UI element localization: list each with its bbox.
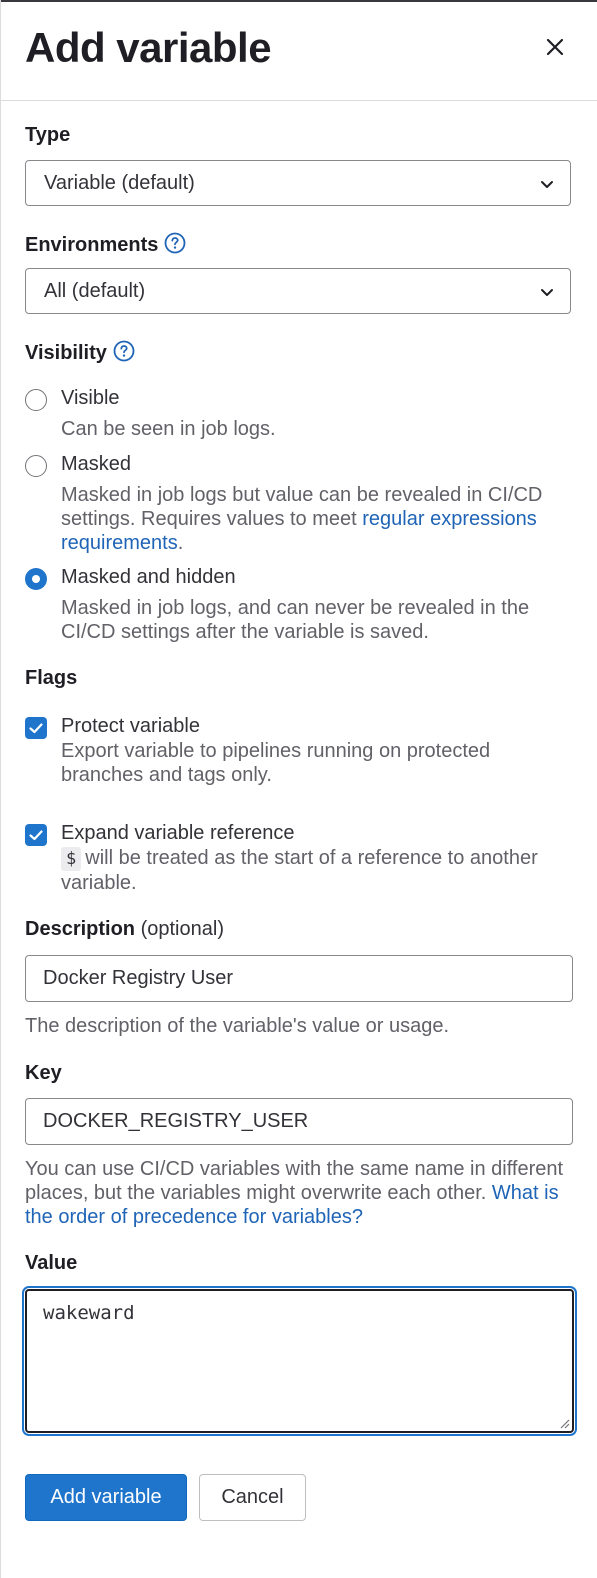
chevron-down-icon	[541, 181, 553, 188]
expand-variable-help-text: will be treated as the start of a refere…	[61, 847, 538, 894]
radio-masked-hidden-help: Masked in job logs, and can never be rev…	[61, 597, 530, 643]
key-input[interactable]: DOCKER_REGISTRY_USER	[25, 1098, 573, 1145]
description-input[interactable]: Docker Registry User	[25, 955, 573, 1002]
type-select-value: Variable (default)	[44, 172, 195, 194]
resize-grip-icon[interactable]	[558, 1417, 570, 1429]
drawer-header: Add variable	[0, 2, 597, 101]
key-label: Key	[25, 1062, 62, 1084]
visibility-label-text: Visibility	[25, 342, 107, 364]
masked-help-suffix: .	[177, 532, 184, 554]
protect-variable-help: Export variable to pipelines running on …	[61, 740, 491, 786]
check-icon	[29, 830, 43, 841]
cancel-button[interactable]: Cancel	[199, 1474, 306, 1521]
dollar-code: $	[61, 847, 82, 871]
key-help: You can use CI/CD variables with the sam…	[25, 1157, 575, 1229]
help-icon[interactable]	[113, 340, 135, 362]
radio-masked-help: Masked in job logs but value can be reve…	[61, 483, 561, 555]
value-label: Value	[25, 1252, 78, 1274]
environments-label: Environments	[25, 232, 186, 257]
drawer-title: Add variable	[25, 24, 272, 71]
radio-masked-hidden-label: Masked and hidden	[61, 566, 236, 588]
key-help-text: You can use CI/CD variables with the sam…	[25, 1158, 564, 1204]
protect-variable-checkbox[interactable]	[25, 717, 47, 739]
description-label-text: Description	[25, 918, 136, 940]
add-variable-button[interactable]: Add variable	[25, 1474, 187, 1521]
description-label: Description (optional)	[25, 918, 224, 941]
type-select[interactable]: Variable (default)	[25, 160, 571, 206]
type-label: Type	[25, 124, 71, 146]
radio-visible-label: Visible	[61, 387, 120, 409]
chevron-down-icon	[541, 289, 553, 296]
environments-label-text: Environments	[25, 234, 159, 256]
radio-masked[interactable]	[25, 455, 47, 477]
description-help: The description of the variable's value …	[25, 1015, 450, 1037]
environments-select[interactable]: All (default)	[25, 268, 571, 314]
environments-select-value: All (default)	[44, 280, 146, 302]
drawer-left-border	[0, 0, 1, 1578]
description-optional: (optional)	[140, 918, 224, 940]
visibility-label: Visibility	[25, 340, 135, 365]
radio-visible[interactable]	[25, 389, 47, 411]
check-icon	[29, 723, 43, 734]
close-icon[interactable]	[540, 32, 570, 62]
value-textarea[interactable]: wakeward	[25, 1289, 574, 1433]
value-text: wakeward	[43, 1302, 135, 1324]
radio-masked-label: Masked	[61, 453, 132, 475]
expand-variable-label: Expand variable reference	[61, 822, 295, 844]
expand-variable-help: $ will be treated as the start of a refer…	[61, 846, 561, 895]
flags-label: Flags	[25, 667, 78, 689]
protect-variable-label: Protect variable	[61, 715, 200, 737]
radio-masked-hidden[interactable]	[25, 568, 47, 590]
expand-variable-checkbox[interactable]	[25, 824, 47, 846]
radio-visible-help: Can be seen in job logs.	[61, 418, 276, 440]
help-icon[interactable]	[164, 232, 186, 254]
